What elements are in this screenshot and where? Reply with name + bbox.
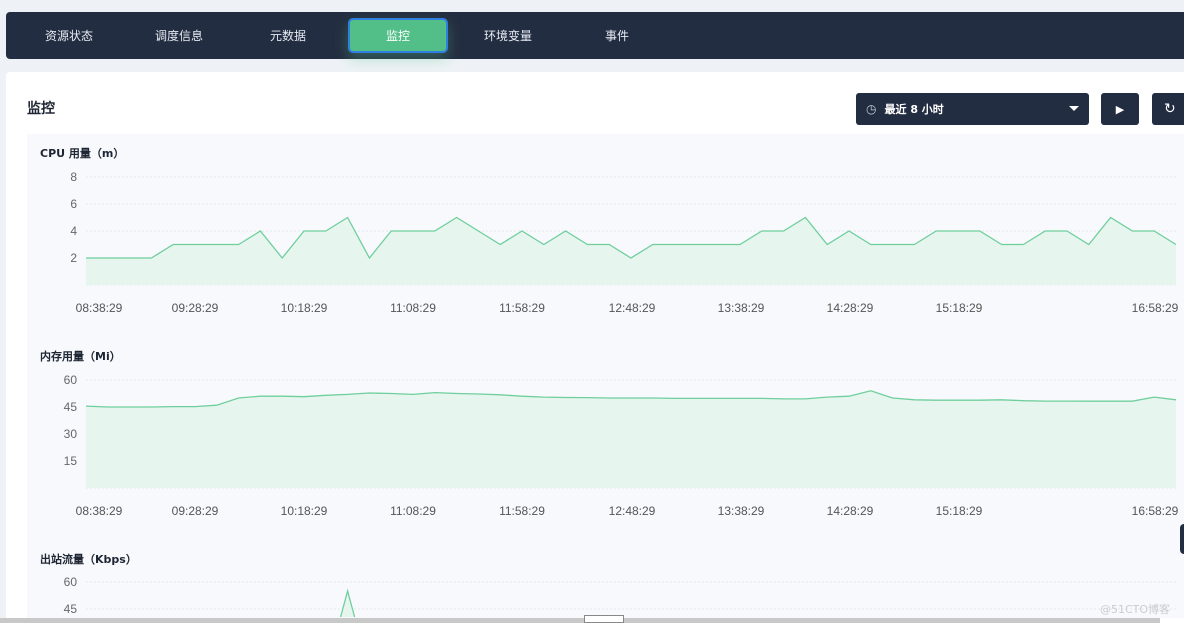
x-tick-label: 16:58:29 — [1132, 504, 1179, 518]
watermark: @51CTO博客 — [1100, 603, 1171, 616]
chart-0: 2 4 6 8 08:38:29 09:28:29 10:18:29 11:08:29 11:5… — [70, 170, 1178, 315]
y-tick-label: 15 — [64, 454, 78, 468]
x-tick-label: 14:28:29 — [827, 504, 874, 518]
x-tick-label: 13:38:29 — [718, 504, 765, 518]
x-tick-label: 08:38:29 — [76, 301, 123, 315]
x-tick-label: 10:18:29 — [281, 504, 328, 518]
x-tick-label: 11:58:29 — [499, 301, 545, 315]
x-tick-label: 09:28:29 — [172, 504, 219, 518]
x-tick-label: 11:58:29 — [499, 504, 545, 518]
area-fill — [86, 217, 1176, 285]
y-tick-label: 60 — [64, 373, 78, 387]
x-tick-label: 08:38:29 — [76, 504, 123, 518]
y-tick-label: 4 — [70, 224, 77, 238]
x-tick-label: 11:08:29 — [390, 301, 436, 315]
y-tick-label: 6 — [70, 197, 77, 211]
x-tick-label: 16:58:29 — [1132, 301, 1179, 315]
x-tick-label: 12:48:29 — [609, 301, 656, 315]
scrollbar-thumb[interactable] — [584, 615, 624, 623]
floating-button[interactable] — [1180, 524, 1184, 554]
x-tick-label: 14:28:29 — [827, 301, 874, 315]
area-fill — [340, 591, 355, 617]
y-tick-label: 60 — [64, 575, 78, 589]
x-tick-label: 13:38:29 — [718, 301, 765, 315]
charts-svg: 2 4 6 8 08:38:29 09:28:29 10:18:29 11:08:29 11:5… — [64, 170, 1179, 618]
x-tick-label: 11:08:29 — [390, 504, 436, 518]
y-tick-label: 45 — [64, 400, 78, 414]
x-tick-label: 09:28:29 — [172, 301, 219, 315]
y-tick-label: 30 — [64, 427, 78, 441]
x-tick-label: 15:18:29 — [936, 301, 983, 315]
x-tick-label: 10:18:29 — [281, 301, 328, 315]
chart-2: 45 60 — [64, 575, 1176, 618]
x-tick-label: 12:48:29 — [609, 504, 656, 518]
horizontal-scrollbar[interactable] — [0, 618, 1160, 623]
area-fill — [86, 390, 1176, 488]
y-tick-label: 45 — [64, 602, 78, 616]
y-tick-label: 8 — [70, 170, 77, 184]
x-tick-label: 15:18:29 — [936, 504, 983, 518]
chart-1: 15 30 45 60 08:38:29 09:28:29 10:18:29 11:08:29… — [64, 373, 1179, 518]
y-tick-label: 2 — [70, 251, 77, 265]
